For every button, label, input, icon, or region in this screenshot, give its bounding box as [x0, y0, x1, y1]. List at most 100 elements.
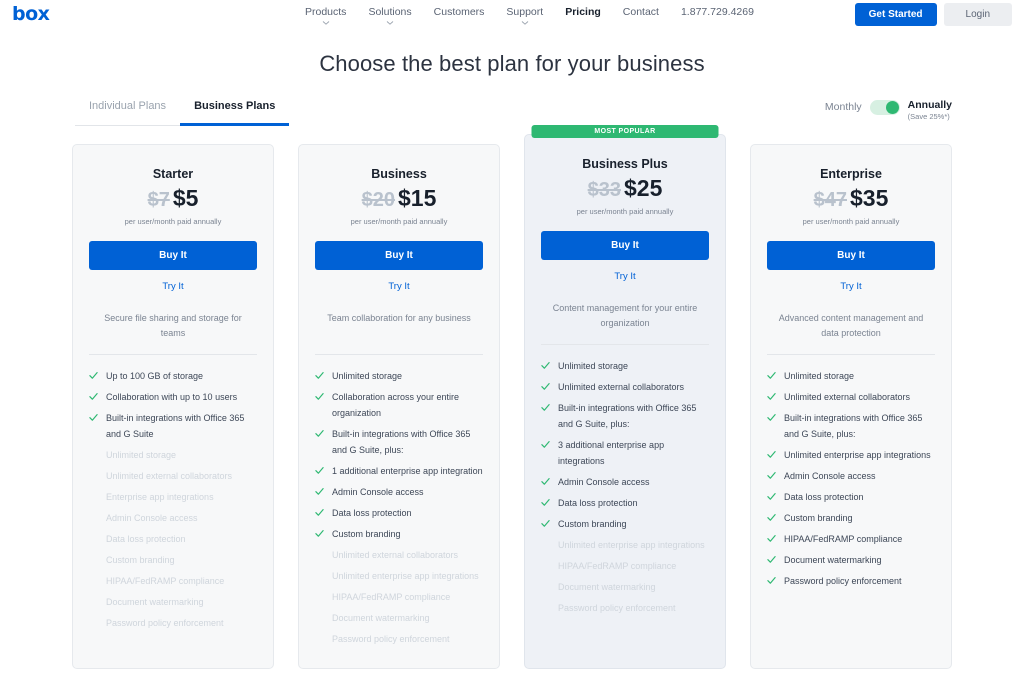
nav-item-solutions[interactable]: Solutions — [368, 5, 412, 25]
box-logo[interactable]: box — [12, 5, 50, 24]
buy-it-button-starter[interactable]: Buy It — [89, 241, 257, 270]
feature-label: Document watermarking — [332, 613, 430, 623]
feature-label: Built-in integrations with Office 365 an… — [332, 429, 471, 455]
feature-list: Unlimited storage Collaboration across yo… — [315, 368, 483, 647]
check-icon — [767, 450, 776, 459]
feature-label: Built-in integrations with Office 365 an… — [784, 413, 923, 439]
feature-item: Document watermarking — [541, 579, 709, 595]
feature-item: HIPAA/FedRAMP compliance — [315, 589, 483, 605]
feature-label: Enterprise app integrations — [106, 492, 214, 502]
billing-switch[interactable] — [869, 100, 900, 115]
feature-item: Up to 100 GB of storage — [89, 368, 257, 384]
get-started-button[interactable]: Get Started — [854, 3, 937, 26]
feature-label: 1 additional enterprise app integration — [332, 466, 483, 476]
feature-item: Unlimited enterprise app integrations — [315, 568, 483, 584]
feature-item: Data loss protection — [767, 489, 935, 505]
try-it-link-business-plus[interactable]: Try It — [541, 271, 709, 282]
feature-label: Unlimited enterprise app integrations — [558, 540, 705, 550]
feature-label: Custom branding — [106, 555, 175, 565]
feature-list: Unlimited storage Unlimited external coll… — [767, 368, 935, 589]
feature-label: HIPAA/FedRAMP compliance — [332, 592, 451, 602]
feature-item: Document watermarking — [767, 552, 935, 568]
toggle-label-annually[interactable]: Annually — [908, 99, 952, 112]
price-row: $7 $5 — [89, 187, 257, 211]
feature-item: Unlimited storage — [541, 358, 709, 374]
chevron-down-icon — [386, 21, 394, 25]
feature-item: Data loss protection — [541, 495, 709, 511]
check-icon — [315, 466, 324, 475]
try-it-link-enterprise[interactable]: Try It — [767, 281, 935, 292]
check-icon — [767, 555, 776, 564]
card-divider — [767, 354, 935, 355]
tab-business-plans[interactable]: Business Plans — [180, 99, 290, 126]
price-current: $35 — [850, 185, 889, 211]
price-row: $47 $35 — [767, 185, 935, 211]
feature-item: Built-in integrations with Office 365 an… — [315, 426, 483, 458]
pricing-card-business: Business $20 $15 per user/month paid annual… — [298, 144, 500, 669]
main-navigation: Products Solutions Customers Support Pricing… — [305, 5, 754, 25]
check-icon — [767, 534, 776, 543]
plan-tagline: Team collaboration for any business — [327, 313, 471, 323]
toggle-label-monthly[interactable]: Monthly — [825, 99, 862, 115]
feature-label: Unlimited external collaborators — [332, 550, 459, 560]
price-note: per user/month paid annually — [124, 217, 222, 226]
feature-item: Unlimited storage — [89, 447, 257, 463]
check-icon — [767, 392, 776, 401]
feature-label: Data loss protection — [558, 498, 638, 508]
price-current: $15 — [398, 185, 437, 211]
check-icon — [767, 471, 776, 480]
feature-label: Unlimited external collaborators — [784, 392, 911, 402]
tab-individual-plans[interactable]: Individual Plans — [75, 99, 181, 126]
feature-item: Unlimited storage — [767, 368, 935, 384]
check-icon — [315, 529, 324, 538]
nav-item-1-877-729-4269[interactable]: 1.877.729.4269 — [681, 5, 754, 25]
feature-label: Document watermarking — [106, 597, 204, 607]
chevron-down-icon — [521, 21, 529, 25]
nav-item-support[interactable]: Support — [506, 5, 543, 25]
nav-item-contact[interactable]: Contact — [623, 5, 659, 25]
feature-item: Custom branding — [315, 526, 483, 542]
feature-item: Custom branding — [89, 552, 257, 568]
nav-item-products[interactable]: Products — [305, 5, 346, 25]
feature-item: Custom branding — [541, 516, 709, 532]
feature-label: Built-in integrations with Office 365 an… — [106, 413, 245, 439]
check-icon — [315, 487, 324, 496]
feature-label: Unlimited external collaborators — [106, 471, 233, 481]
price-row: $20 $15 — [315, 185, 483, 211]
nav-item-pricing[interactable]: Pricing — [565, 5, 601, 25]
feature-label: Unlimited enterprise app integrations — [784, 450, 931, 460]
tab-label: Business Plans — [194, 100, 276, 112]
feature-label: Password policy enforcement — [106, 618, 224, 628]
feature-label: Custom branding — [332, 529, 401, 539]
price-original: $33 — [587, 179, 621, 201]
feature-label: Custom branding — [558, 519, 627, 529]
feature-item: Collaboration across your entire organiz… — [315, 389, 483, 421]
check-icon — [541, 403, 550, 412]
check-icon — [315, 508, 324, 517]
buy-it-button-business[interactable]: Buy It — [315, 241, 483, 270]
check-icon — [315, 429, 324, 438]
buy-it-button-enterprise[interactable]: Buy It — [767, 241, 935, 270]
page-title: Choose the best plan for your business — [319, 51, 705, 76]
feature-label: Unlimited enterprise app integrations — [332, 571, 479, 581]
feature-item: HIPAA/FedRAMP compliance — [541, 558, 709, 574]
billing-period-toggle[interactable]: Monthly Annually (Save 25%*) — [825, 99, 952, 121]
feature-list: Unlimited storage Unlimited external coll… — [541, 358, 709, 616]
login-button[interactable]: Login — [943, 3, 1012, 26]
check-icon — [767, 513, 776, 522]
feature-label: Admin Console access — [784, 471, 876, 481]
feature-label: Built-in integrations with Office 365 an… — [558, 403, 697, 429]
toggle-annually-group: Annually (Save 25%*) — [908, 99, 952, 121]
nav-item-customers[interactable]: Customers — [434, 5, 485, 25]
check-icon — [767, 492, 776, 501]
nav-item-label: Customers — [433, 6, 485, 18]
feature-item: Unlimited external collaborators — [767, 389, 935, 405]
try-it-link-starter[interactable]: Try It — [89, 281, 257, 292]
pricing-card-enterprise: Enterprise $47 $35 per user/month paid annu… — [750, 144, 952, 669]
buy-it-button-business-plus[interactable]: Buy It — [541, 231, 709, 260]
try-it-link-business[interactable]: Try It — [315, 281, 483, 292]
check-icon — [541, 382, 550, 391]
feature-item: Unlimited external collaborators — [89, 468, 257, 484]
check-icon — [541, 519, 550, 528]
check-icon — [767, 576, 776, 585]
